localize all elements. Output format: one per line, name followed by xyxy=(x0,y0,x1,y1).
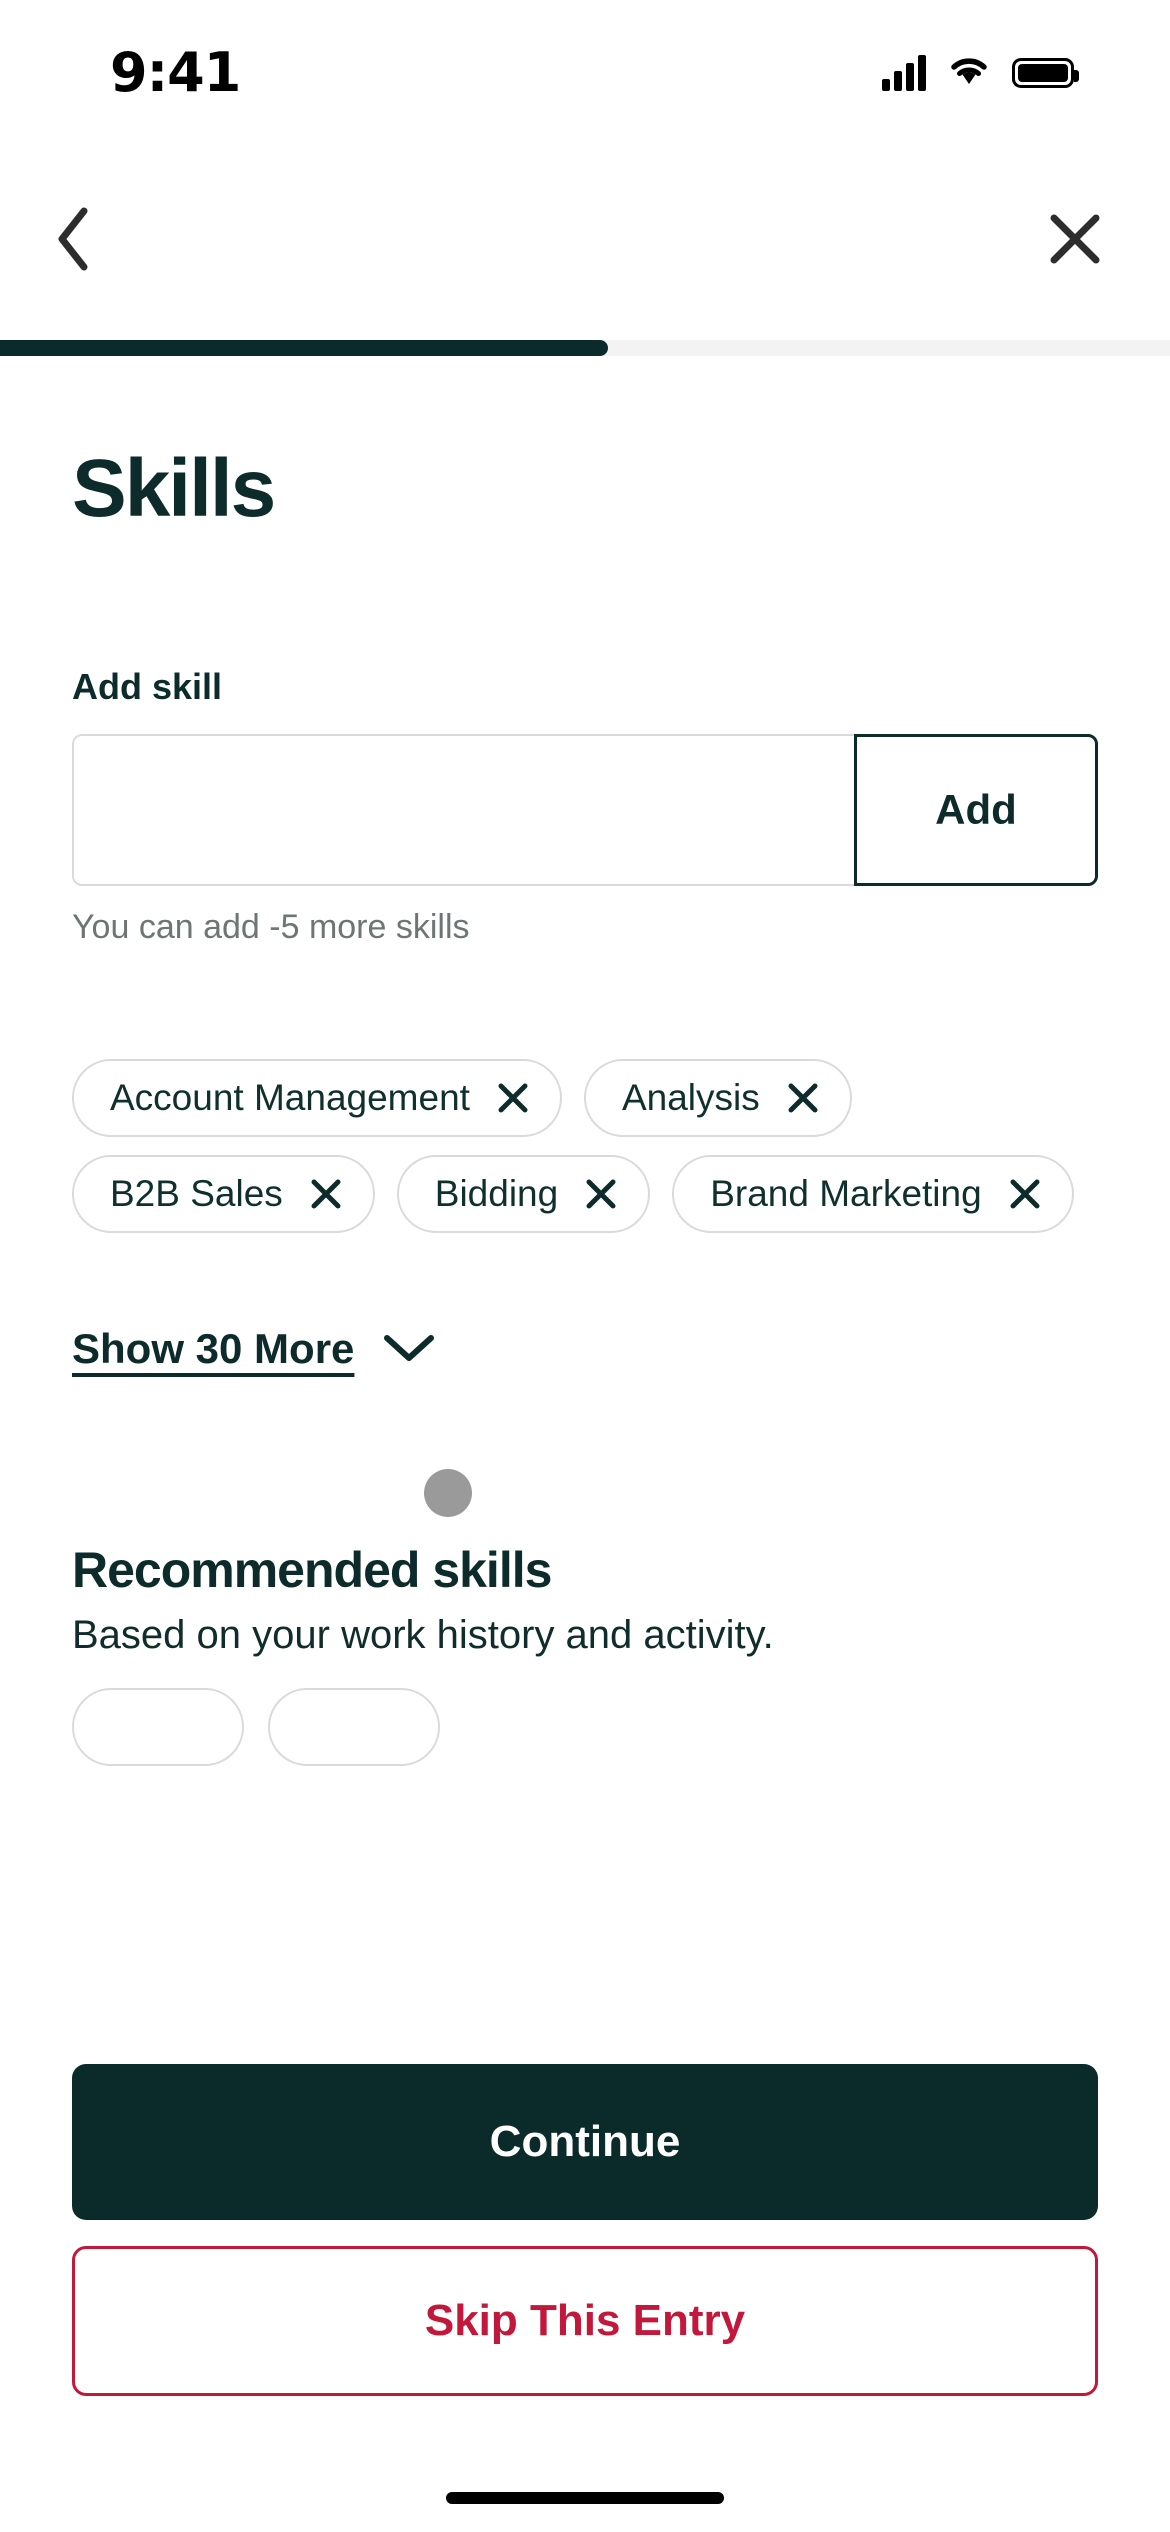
add-skill-helper-text: You can add -5 more skills xyxy=(72,908,470,946)
back-button[interactable] xyxy=(18,180,128,300)
page-title: Skills xyxy=(72,443,276,534)
main-content: Skills Add skill Add You can add -5 more… xyxy=(0,356,1170,1996)
add-skill-input[interactable] xyxy=(72,734,854,886)
close-icon[interactable] xyxy=(584,1177,618,1211)
close-icon[interactable] xyxy=(1008,1177,1042,1211)
progress-bar-fill xyxy=(0,340,609,356)
recommended-skills-subtitle: Based on your work history and activity. xyxy=(72,1613,774,1657)
close-icon[interactable] xyxy=(309,1177,343,1211)
continue-button[interactable]: Continue xyxy=(72,2064,1098,2220)
recommended-skills-list xyxy=(72,1688,1098,1766)
status-time: 9:41 xyxy=(110,41,241,104)
battery-icon xyxy=(1012,57,1079,88)
close-icon[interactable] xyxy=(496,1081,530,1115)
add-skill-label: Add skill xyxy=(72,666,223,707)
skill-chip-label: Analysis xyxy=(621,1077,760,1118)
add-skill-row: Add xyxy=(72,734,1098,886)
skill-chip-label: Account Management xyxy=(110,1077,470,1118)
wifi-icon xyxy=(948,54,990,91)
close-button[interactable] xyxy=(1020,180,1130,300)
recommended-skill-chip[interactable] xyxy=(268,1688,440,1766)
chevron-down-icon xyxy=(382,1332,436,1367)
navigation-bar xyxy=(0,180,1170,310)
status-bar: 9:41 xyxy=(0,0,1170,145)
skill-chip-label: Bidding xyxy=(434,1173,559,1214)
skill-chip[interactable]: Account Management xyxy=(72,1059,562,1137)
chevron-left-icon xyxy=(50,203,96,278)
skill-chip[interactable]: Bidding xyxy=(396,1155,651,1233)
loading-dot-indicator xyxy=(424,1469,472,1517)
skill-chip[interactable]: Brand Marketing xyxy=(672,1155,1074,1233)
show-more-button[interactable]: Show 30 More xyxy=(72,1325,436,1373)
skill-chip-label: Brand Marketing xyxy=(710,1173,982,1214)
home-indicator xyxy=(446,2492,724,2504)
progress-bar-track xyxy=(0,340,1170,356)
selected-skills-list: Account Management Analysis B2B Sales Biddi… xyxy=(72,1059,1098,1233)
recommended-skill-chip[interactable] xyxy=(72,1688,244,1766)
close-icon[interactable] xyxy=(786,1081,820,1115)
recommended-skills-title: Recommended skills xyxy=(72,1542,552,1598)
skill-chip-label: B2B Sales xyxy=(110,1173,283,1214)
show-more-label: Show 30 More xyxy=(72,1325,355,1372)
skill-chip[interactable]: Analysis xyxy=(583,1059,852,1137)
cellular-signal-icon xyxy=(882,54,926,91)
footer-actions: Continue Skip This Entry xyxy=(0,1996,1170,2532)
close-icon xyxy=(1046,210,1104,271)
add-skill-button[interactable]: Add xyxy=(854,734,1098,886)
status-indicators xyxy=(882,54,1079,91)
skip-this-entry-button[interactable]: Skip This Entry xyxy=(72,2246,1098,2396)
skill-chip[interactable]: B2B Sales xyxy=(72,1155,375,1233)
